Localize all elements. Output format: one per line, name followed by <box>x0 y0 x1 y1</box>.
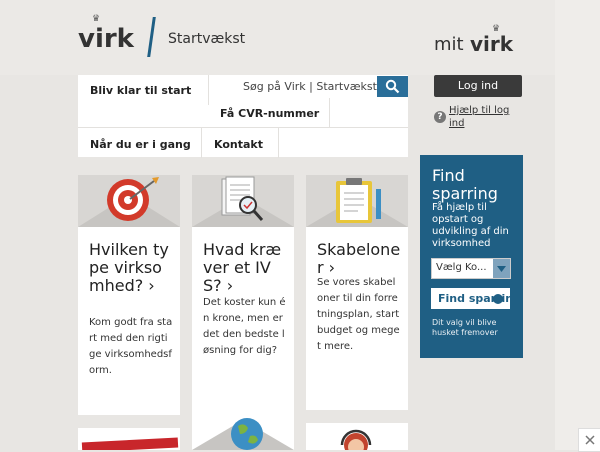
logo-text: virk <box>78 24 134 54</box>
find-title: Find sparring <box>432 166 498 203</box>
card-image <box>306 175 408 227</box>
search-icon <box>385 79 400 94</box>
card-virksomhedstype[interactable]: Hvilken type virksomhed? › Kom godt fra … <box>78 175 180 415</box>
nav-separator <box>278 128 279 158</box>
headset-person-icon <box>340 429 372 450</box>
card-partial[interactable] <box>306 423 408 450</box>
card-text: Kom godt fra start med den rigtige virks… <box>89 317 173 376</box>
search-button[interactable] <box>377 76 408 97</box>
card-ivs[interactable]: Hvad kræver et IVS? › Det koster kun én … <box>192 175 294 410</box>
login-button[interactable]: Log ind <box>434 75 522 97</box>
mit-logo-prefix: mit <box>434 34 464 55</box>
nav-separator <box>329 98 330 128</box>
corner-widget[interactable] <box>578 428 600 452</box>
nav-item-bliv-klar[interactable]: Bliv klar til start <box>90 84 191 97</box>
nav-item-i-gang[interactable]: Når du er i gang <box>90 138 191 151</box>
nav-item-kontakt[interactable]: Kontakt <box>214 138 263 151</box>
target-icon <box>78 177 180 227</box>
card-title: Hvad kræver et IVS? › <box>203 240 282 295</box>
chevron-down-icon <box>493 259 510 278</box>
clipboard-icon <box>306 178 408 227</box>
find-sparring-button[interactable]: Find sparring <box>431 288 510 309</box>
card-text: Se vores skabeloner til din forretningsp… <box>317 277 400 352</box>
section-title: Startvækst <box>168 31 246 47</box>
card-image <box>81 437 179 450</box>
find-sparring-panel: Find sparring Få hjælp til opstart og ud… <box>420 155 523 358</box>
close-icon <box>585 435 595 445</box>
right-strip <box>555 0 600 450</box>
card-partial[interactable] <box>192 408 294 450</box>
nav-separator <box>208 75 209 105</box>
crown-icon: ♛ <box>92 14 102 24</box>
globe-icon <box>192 418 294 450</box>
nav-separator <box>78 127 408 128</box>
nav-separator <box>201 128 202 158</box>
find-note: Dit valg vil blive husket fremover <box>432 318 498 337</box>
card-text: Det koster kun én krone, men er det den … <box>203 297 286 356</box>
card-image <box>78 175 180 227</box>
card-partial[interactable] <box>78 428 180 450</box>
document-magnifier-icon <box>192 176 294 227</box>
card-title: Hvilken type virksomhed? › <box>89 240 169 295</box>
select-value: Vælg Ko... <box>436 262 487 273</box>
circle-icon <box>493 294 503 304</box>
search-input[interactable]: Søg på Virk | Startvækst <box>243 80 377 93</box>
virk-logo[interactable]: ♛ virk <box>78 14 134 56</box>
find-subtitle: Få hjælp til opstart og udvikling af din… <box>432 202 509 249</box>
question-icon: ? <box>434 111 446 123</box>
mit-logo-brand: virk <box>470 32 514 56</box>
card-image <box>192 175 294 227</box>
mit-virk-logo[interactable]: ♛ mit virk <box>434 24 518 56</box>
municipality-select[interactable]: Vælg Ko... <box>431 258 511 279</box>
nav-item-cvr[interactable]: Få CVR-nummer <box>220 107 319 120</box>
card-title: Skabeloner › <box>317 240 401 277</box>
card-skabeloner[interactable]: Skabeloner › Se vores skabeloner til din… <box>306 175 408 410</box>
login-help-link[interactable]: Hjælp til log ind <box>449 104 519 130</box>
